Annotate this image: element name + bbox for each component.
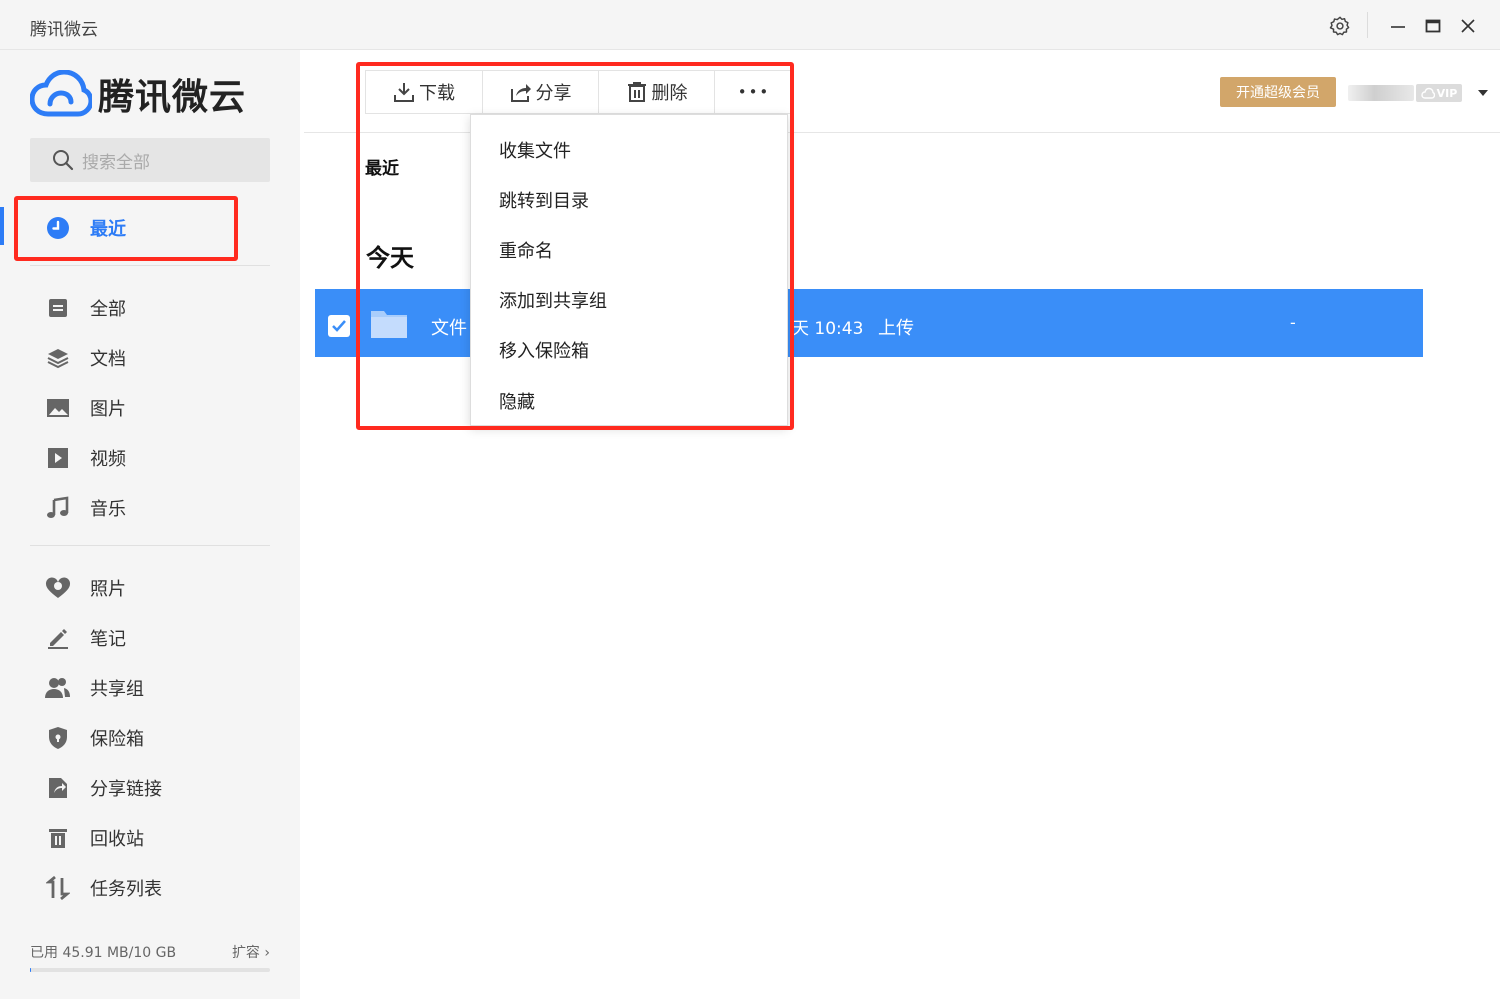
sidebar-item-task-list[interactable]: 任务列表 — [44, 873, 162, 903]
close-icon[interactable] — [1456, 14, 1480, 38]
expand-storage-link[interactable]: 扩容 › — [232, 942, 270, 962]
sidebar-item-share-links[interactable]: 分享链接 — [44, 773, 162, 803]
checkmark-icon — [332, 320, 346, 332]
sidebar-item-label: 共享组 — [90, 679, 144, 700]
app-logo: 腾讯微云 — [30, 68, 246, 120]
sidebar-item-photos[interactable]: 照片 — [44, 573, 126, 603]
group-icon — [44, 674, 72, 702]
pen-icon — [44, 624, 72, 652]
sidebar-divider — [30, 545, 270, 546]
sidebar-item-all[interactable]: 全部 — [44, 293, 126, 323]
search-placeholder: 搜索全部 — [82, 152, 150, 173]
sidebar-item-documents[interactable]: 文档 — [44, 343, 126, 373]
all-files-icon — [44, 294, 72, 322]
sidebar-item-notes[interactable]: 笔记 — [44, 623, 126, 653]
document-stack-icon — [44, 344, 72, 372]
sidebar-item-label: 任务列表 — [90, 879, 162, 900]
search-input[interactable]: 搜索全部 — [30, 138, 270, 182]
storage-progress-fill — [30, 968, 32, 972]
highlight-box-sidebar — [14, 196, 238, 261]
transfer-icon — [44, 874, 72, 902]
shield-icon — [44, 724, 72, 752]
sidebar-item-label: 照片 — [90, 579, 126, 600]
sidebar-item-label: 文档 — [90, 349, 126, 370]
sidebar-item-share-group[interactable]: 共享组 — [44, 673, 144, 703]
user-menu-caret-icon[interactable] — [1478, 90, 1488, 96]
titlebar-separator — [1367, 12, 1368, 38]
sidebar-item-label: 视频 — [90, 449, 126, 470]
sidebar-item-label: 图片 — [90, 399, 126, 420]
sidebar-item-label: 回收站 — [90, 829, 144, 850]
settings-icon[interactable] — [1328, 14, 1352, 38]
maximize-icon[interactable] — [1421, 14, 1445, 38]
storage-info: 已用 45.91 MB/10 GB 扩容 › — [30, 942, 270, 962]
title-bar: 腾讯微云 — [0, 0, 1500, 50]
cloud-logo-icon — [30, 70, 92, 117]
minimize-icon[interactable] — [1386, 14, 1410, 38]
chevron-right-icon: › — [264, 945, 270, 961]
image-icon — [44, 394, 72, 422]
search-icon — [53, 150, 74, 171]
trash-icon — [44, 824, 72, 852]
upgrade-vip-button[interactable]: 开通超级会员 — [1220, 77, 1336, 107]
window-title: 腾讯微云 — [30, 20, 98, 40]
highlight-box-menu — [356, 62, 794, 430]
vip-badge: VIP — [1416, 84, 1462, 102]
file-source: 上传 — [878, 318, 914, 339]
sidebar-item-label: 音乐 — [90, 499, 126, 520]
file-time: 天 10:43 — [792, 319, 864, 339]
storage-progress-bar — [30, 968, 270, 972]
file-size: - — [1290, 313, 1296, 332]
user-name-blurred[interactable] — [1348, 85, 1414, 101]
logo-text: 腾讯微云 — [98, 77, 247, 118]
sidebar: 腾讯微云 搜索全部 最近 全部 文档 图片 视频 音乐 照片 笔记 共享组 保险… — [0, 50, 300, 999]
sidebar-item-safe-box[interactable]: 保险箱 — [44, 723, 144, 753]
sidebar-item-videos[interactable]: 视频 — [44, 443, 126, 473]
storage-used-text: 已用 45.91 MB/10 GB — [30, 945, 177, 961]
row-checkbox[interactable] — [328, 315, 350, 337]
sidebar-item-label: 保险箱 — [90, 729, 144, 750]
share-link-icon — [44, 774, 72, 802]
music-icon — [44, 494, 72, 522]
cloud-icon — [1420, 87, 1435, 99]
sidebar-item-music[interactable]: 音乐 — [44, 493, 126, 523]
photo-icon — [44, 574, 72, 602]
sidebar-divider — [30, 265, 270, 266]
sidebar-item-recycle-bin[interactable]: 回收站 — [44, 823, 144, 853]
sidebar-item-label: 笔记 — [90, 629, 126, 650]
active-indicator — [0, 207, 4, 245]
video-icon — [44, 444, 72, 472]
sidebar-item-images[interactable]: 图片 — [44, 393, 126, 423]
sidebar-item-label: 分享链接 — [90, 779, 162, 800]
sidebar-item-label: 全部 — [90, 299, 126, 320]
